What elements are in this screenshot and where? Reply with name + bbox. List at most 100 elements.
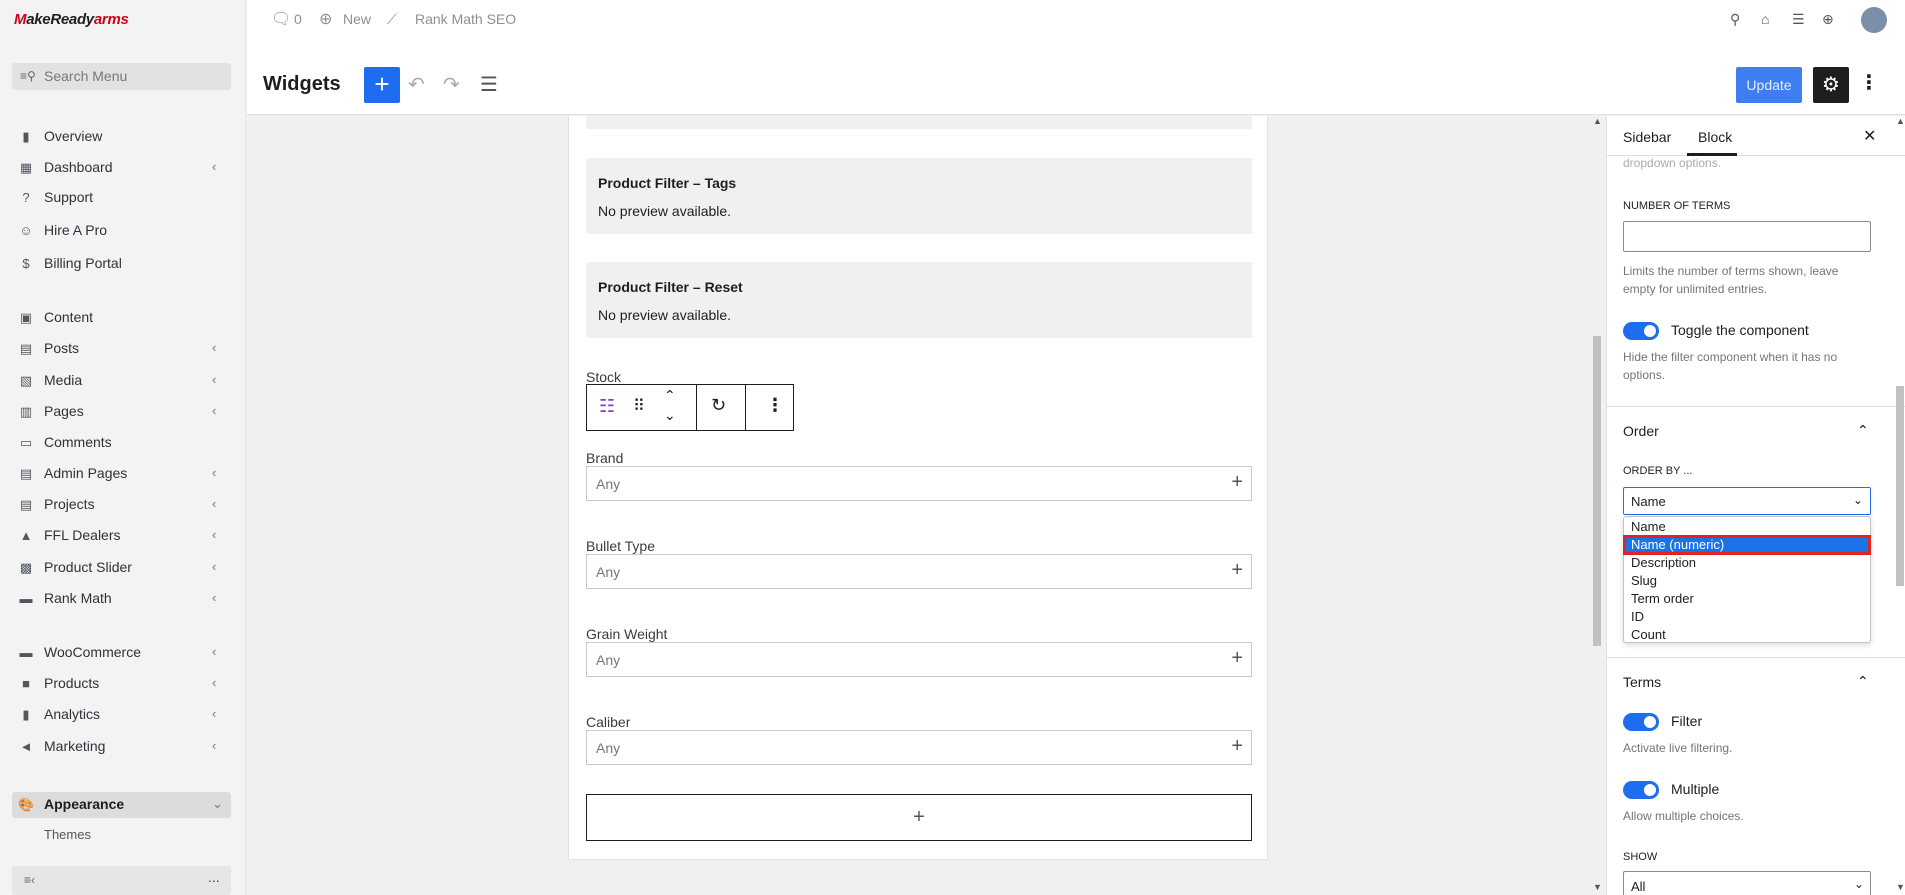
filter-field[interactable]: Any +: [586, 642, 1252, 677]
scroll-up-icon[interactable]: ▲: [1896, 116, 1905, 126]
settings-sliders-icon[interactable]: ☰: [1792, 11, 1805, 28]
sidebar-item-woocommerce[interactable]: ▬ WooCommerce ‹: [0, 640, 246, 666]
product-filter-tags-block[interactable]: Product Filter – Tags No preview availab…: [586, 158, 1252, 234]
sidebar-item-admin-pages[interactable]: ▤ Admin Pages ‹: [0, 461, 246, 487]
toggle-component-switch[interactable]: [1623, 322, 1659, 340]
add-circle-icon[interactable]: ⊕: [1822, 11, 1834, 28]
scroll-down-icon[interactable]: ▼: [1593, 882, 1602, 892]
canvas-scrollbar[interactable]: ▲ ▼: [1590, 116, 1604, 895]
plus-circle-icon[interactable]: ⊕: [319, 9, 332, 29]
rankmath-link[interactable]: Rank Math SEO: [415, 11, 516, 27]
sidebar-item-marketing[interactable]: ◄ Marketing ‹: [0, 734, 246, 760]
scroll-thumb[interactable]: [1593, 336, 1601, 646]
dropdown-option[interactable]: Slug: [1624, 572, 1870, 590]
site-logo[interactable]: MakeReadyarms: [14, 11, 129, 28]
home-icon[interactable]: ⌂: [1761, 11, 1769, 27]
sidebar-item-overview[interactable]: ▮ Overview: [0, 124, 246, 150]
settings-gear-icon[interactable]: ⚙: [1813, 67, 1849, 103]
filter-field[interactable]: Any +: [586, 554, 1252, 589]
plus-icon[interactable]: +: [1231, 647, 1243, 670]
sidebar-item-ffl-dealers[interactable]: ▲ FFL Dealers ‹: [0, 523, 246, 549]
show-select[interactable]: All ⌄: [1623, 871, 1871, 895]
toggle-component-label: Toggle the component: [1671, 322, 1809, 338]
sidebar-item-hire-a-pro[interactable]: ☺ Hire A Pro: [0, 218, 246, 244]
add-block-button[interactable]: +: [364, 67, 400, 103]
undo-icon[interactable]: ↶: [408, 72, 425, 97]
sidebar-item-dashboard[interactable]: ▦ Dashboard ‹: [0, 155, 246, 181]
drag-handle-icon[interactable]: ⠿: [633, 396, 645, 416]
sidebar-item-analytics[interactable]: ▮ Analytics ‹: [0, 702, 246, 728]
number-of-terms-label: NUMBER OF TERMS: [1623, 200, 1731, 212]
redo-icon[interactable]: ↷: [443, 72, 460, 97]
dropdown-option[interactable]: Term order: [1624, 590, 1870, 608]
number-of-terms-input[interactable]: [1623, 221, 1871, 252]
sidebar-item-rank-math[interactable]: ▬ Rank Math ‹: [0, 586, 246, 612]
filter-toggle[interactable]: [1623, 713, 1659, 731]
sidebar-item-content[interactable]: ▣ Content: [0, 305, 246, 331]
rankmath-icon: ▬: [19, 591, 33, 606]
comment-icon[interactable]: 🗨: [271, 9, 291, 29]
inspector-scrollbar[interactable]: ▲ ▼: [1893, 116, 1905, 895]
dropdown-option[interactable]: Description: [1624, 554, 1870, 572]
multiple-toggle[interactable]: [1623, 781, 1659, 799]
search-menu-input[interactable]: ≡⚲ Search Menu: [12, 63, 231, 90]
product-filter-reset-block[interactable]: Product Filter – Reset No preview availa…: [586, 262, 1252, 338]
more-options-icon[interactable]: ⋮: [766, 395, 784, 416]
filter-field[interactable]: Any +: [586, 466, 1252, 501]
dropdown-option[interactable]: ID: [1624, 608, 1870, 626]
list-view-icon[interactable]: ☰: [480, 72, 498, 97]
update-button[interactable]: Update: [1736, 67, 1802, 103]
sidebar-item-posts[interactable]: ▤ Posts ‹: [0, 336, 246, 362]
terms-panel-title[interactable]: Terms: [1623, 674, 1661, 690]
sidebar-item-label: Hire A Pro: [44, 222, 108, 238]
sidebar-item-media[interactable]: ▧ Media ‹: [0, 368, 246, 394]
dropdown-option[interactable]: Name (numeric): [1623, 535, 1871, 555]
move-up-icon[interactable]: ⌃: [664, 387, 676, 404]
sidebar-item-projects[interactable]: ▤ Projects ‹: [0, 492, 246, 518]
more-icon[interactable]: ...: [208, 869, 220, 885]
filter-field[interactable]: Any +: [586, 730, 1252, 765]
tab-block[interactable]: Block: [1698, 129, 1732, 145]
chevron-left-icon: ‹: [212, 644, 217, 659]
sidebar-item-appearance[interactable]: 🎨 Appearance ⌄: [12, 792, 231, 818]
comments-count[interactable]: 0: [294, 11, 302, 27]
clipped-block[interactable]: [586, 116, 1252, 129]
rankmath-icon[interactable]: ⟋: [387, 11, 397, 28]
sidebar-item-products[interactable]: ■ Products ‹: [0, 671, 246, 697]
sidebar-subitem-themes[interactable]: Themes: [44, 827, 91, 842]
dropdown-option[interactable]: Name: [1624, 518, 1870, 536]
scroll-up-icon[interactable]: ▲: [1593, 116, 1602, 126]
plus-icon[interactable]: +: [1231, 735, 1243, 758]
plus-icon[interactable]: +: [1231, 559, 1243, 582]
plus-icon[interactable]: +: [1231, 471, 1243, 494]
transform-icon[interactable]: ↻: [711, 395, 726, 416]
new-link[interactable]: New: [343, 11, 371, 27]
scroll-down-icon[interactable]: ▼: [1896, 882, 1905, 892]
collapse-menu-icon[interactable]: ≡‹: [24, 873, 35, 887]
sidebar-item-comments[interactable]: ▭ Comments: [0, 430, 246, 456]
options-kebab-icon[interactable]: ⋮: [1859, 70, 1879, 95]
chevron-left-icon: ‹: [212, 496, 217, 511]
slider-icon: ▩: [19, 560, 33, 575]
avatar[interactable]: [1861, 7, 1887, 33]
move-down-icon[interactable]: ⌄: [664, 407, 676, 424]
dropdown-option[interactable]: Count: [1624, 626, 1870, 644]
add-block-appender[interactable]: +: [586, 794, 1252, 841]
scroll-thumb[interactable]: [1896, 386, 1904, 586]
order-by-select[interactable]: Name ⌄: [1623, 487, 1871, 515]
tab-sidebar[interactable]: Sidebar: [1623, 129, 1671, 145]
field-placeholder: Any: [596, 476, 621, 492]
sidebar-item-billing-portal[interactable]: $ Billing Portal: [0, 251, 246, 277]
order-by-dropdown: Name Name (numeric) Description Slug Term or…: [1623, 516, 1871, 643]
chevron-up-icon[interactable]: ⌃: [1857, 422, 1869, 439]
order-panel-title[interactable]: Order: [1623, 423, 1659, 439]
editor-canvas: Product Filter – Tags No preview availab…: [247, 116, 1604, 895]
sidebar-item-support[interactable]: ? Support: [0, 185, 246, 211]
admin-topbar: 🗨 0 ⊕ New ⟋ Rank Math SEO ⚲ ⌂ ☰ ⊕: [247, 0, 1905, 40]
sidebar-item-pages[interactable]: ▥ Pages ‹: [0, 399, 246, 425]
sidebar-item-product-slider[interactable]: ▩ Product Slider ‹: [0, 555, 246, 581]
chevron-up-icon[interactable]: ⌃: [1857, 673, 1869, 690]
search-icon[interactable]: ⚲: [1730, 11, 1740, 28]
list-block-icon[interactable]: ☷: [599, 396, 615, 417]
close-icon[interactable]: ✕: [1863, 126, 1876, 146]
